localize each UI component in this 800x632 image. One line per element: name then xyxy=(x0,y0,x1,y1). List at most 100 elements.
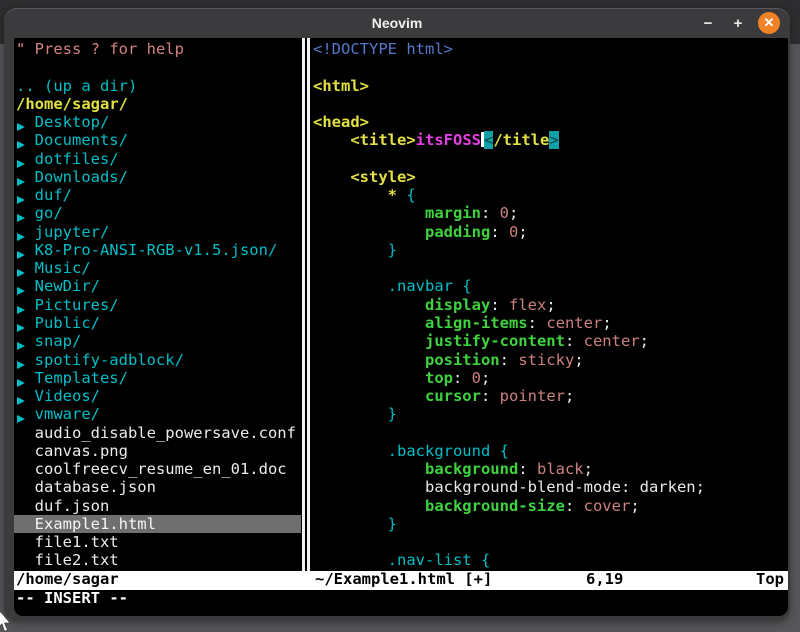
tree-item-label: Documents/ xyxy=(35,131,128,149)
code-line[interactable]: padding: 0; xyxy=(311,223,788,241)
syntax-plain xyxy=(313,460,425,478)
tree-item-dir[interactable]: snap/ xyxy=(14,332,301,350)
tree-item-dir[interactable]: Videos/ xyxy=(14,387,301,405)
code-line[interactable]: background-size: cover; xyxy=(311,497,788,515)
tree-item-label: Pictures/ xyxy=(35,296,119,314)
tree-item-file[interactable]: canvas.png xyxy=(14,442,301,460)
tree-row-updir[interactable]: .. (up a dir) xyxy=(14,77,301,95)
syntax-brace: .navbar { xyxy=(313,277,472,295)
window-titlebar[interactable]: Neovim − + ✕ xyxy=(4,8,790,38)
syntax-val: 0 xyxy=(500,204,509,222)
syntax-doctype: <!DOCTYPE html> xyxy=(313,40,453,58)
tree-item-file[interactable]: duf.json xyxy=(14,497,301,515)
tree-item-dir[interactable]: dotfiles/ xyxy=(14,150,301,168)
editor-buffer[interactable]: <!DOCTYPE html> <html> <head> <title>itsFO… xyxy=(311,40,788,570)
tree-item-dir[interactable]: Public/ xyxy=(14,314,301,332)
tree-item-label: snap/ xyxy=(35,332,82,350)
code-line[interactable]: margin: 0; xyxy=(311,204,788,222)
tree-row-cwd[interactable]: /home/sagar/ xyxy=(14,95,301,113)
syntax-plain: ; xyxy=(518,223,527,241)
tree-item-dir[interactable]: Music/ xyxy=(14,259,301,277)
tree-item-label: spotify-adblock/ xyxy=(35,351,184,369)
tree-item-label: Videos/ xyxy=(35,387,100,405)
code-line[interactable]: } xyxy=(311,515,788,533)
close-button[interactable]: ✕ xyxy=(758,12,780,34)
tree-item-label: duf/ xyxy=(35,186,72,204)
terminal-area: " Press ? for help.. (up a dir)/home/sag… xyxy=(14,38,788,616)
tree-item-dir[interactable]: Documents/ xyxy=(14,131,301,149)
tree-item-file[interactable]: audio_disable_powersave.conf xyxy=(14,424,301,442)
syntax-plain: ; xyxy=(481,369,490,387)
code-line[interactable]: <head> xyxy=(311,113,788,131)
syntax-string: itsFOSS xyxy=(416,131,481,149)
code-line[interactable]: cursor: pointer; xyxy=(311,387,788,405)
code-line[interactable]: position: sticky; xyxy=(311,351,788,369)
code-line[interactable]: <!DOCTYPE html> xyxy=(311,40,788,58)
code-line[interactable] xyxy=(311,95,788,113)
tree-item-dir[interactable]: go/ xyxy=(14,204,301,222)
syntax-tag: /title xyxy=(493,131,549,149)
code-line[interactable]: justify-content: center; xyxy=(311,332,788,350)
tree-item-label: Public/ xyxy=(35,314,100,332)
syntax-plain xyxy=(313,186,388,204)
code-line[interactable]: .background { xyxy=(311,442,788,460)
code-line[interactable]: <title>itsFOSS</title> xyxy=(311,131,788,149)
tree-item-dir[interactable]: duf/ xyxy=(14,186,301,204)
syntax-plain xyxy=(313,497,425,515)
code-line[interactable] xyxy=(311,533,788,551)
syntax-prop: cursor xyxy=(425,387,481,405)
code-line[interactable]: top: 0; xyxy=(311,369,788,387)
tree-item-dir[interactable]: NewDir/ xyxy=(14,277,301,295)
syntax-plain xyxy=(313,369,425,387)
code-line[interactable]: * { xyxy=(311,186,788,204)
syntax-plain: : xyxy=(481,387,500,405)
syntax-tag: <style> xyxy=(313,168,416,186)
syntax-plain xyxy=(313,332,425,350)
vertical-split-separator[interactable] xyxy=(301,38,311,571)
code-line[interactable] xyxy=(311,150,788,168)
syntax-match: < xyxy=(484,131,493,149)
tree-item-dir[interactable]: Templates/ xyxy=(14,369,301,387)
tree-item-file[interactable]: file1.txt xyxy=(14,533,301,551)
syntax-plain: ; xyxy=(546,296,555,314)
syntax-plain: : xyxy=(565,332,584,350)
code-line[interactable] xyxy=(311,58,788,76)
code-line[interactable]: } xyxy=(311,241,788,259)
maximize-button[interactable]: + xyxy=(728,13,748,33)
code-line[interactable]: .navbar { xyxy=(311,277,788,295)
tree-item-dir[interactable]: vmware/ xyxy=(14,405,301,423)
syntax-prop: display xyxy=(425,296,490,314)
code-line[interactable]: background: black; xyxy=(311,460,788,478)
code-line[interactable]: .nav-list { xyxy=(311,551,788,569)
code-line[interactable]: <style> xyxy=(311,168,788,186)
tree-item-dir[interactable]: Pictures/ xyxy=(14,296,301,314)
syntax-prop: background xyxy=(425,460,518,478)
syntax-val: pointer xyxy=(500,387,565,405)
code-line[interactable]: display: flex; xyxy=(311,296,788,314)
tree-item-file[interactable]: database.json xyxy=(14,478,301,496)
code-line[interactable]: <html> xyxy=(311,77,788,95)
syntax-brace: .background { xyxy=(313,442,509,460)
tree-item-dir[interactable]: K8-Pro-ANSI-RGB-v1.5.json/ xyxy=(14,241,301,259)
syntax-val: 0 xyxy=(472,369,481,387)
code-line[interactable]: } xyxy=(311,405,788,423)
syntax-tag: <html> xyxy=(313,77,369,95)
tree-item-dir[interactable]: Desktop/ xyxy=(14,113,301,131)
code-line[interactable] xyxy=(311,424,788,442)
code-line[interactable]: background-blend-mode: darken; xyxy=(311,478,788,496)
syntax-plain: : xyxy=(500,351,519,369)
tree-item-file[interactable]: file2.txt xyxy=(14,551,301,569)
tree-item-label: database.json xyxy=(35,478,156,496)
code-line[interactable]: align-items: center; xyxy=(311,314,788,332)
tree-item-file[interactable]: Example1.html xyxy=(14,515,301,533)
code-line[interactable] xyxy=(311,259,788,277)
tree-item-file[interactable]: coolfreecv_resume_en_01.doc xyxy=(14,460,301,478)
tree-item-label: jupyter/ xyxy=(35,223,110,241)
syntax-plain: ; xyxy=(565,387,574,405)
tree-item-dir[interactable]: Downloads/ xyxy=(14,168,301,186)
tree-item-dir[interactable]: spotify-adblock/ xyxy=(14,351,301,369)
syntax-tag: <title> xyxy=(313,131,416,149)
statusline-scroll-indicator: Top xyxy=(756,570,784,588)
tree-item-dir[interactable]: jupyter/ xyxy=(14,223,301,241)
minimize-button[interactable]: − xyxy=(698,13,718,33)
